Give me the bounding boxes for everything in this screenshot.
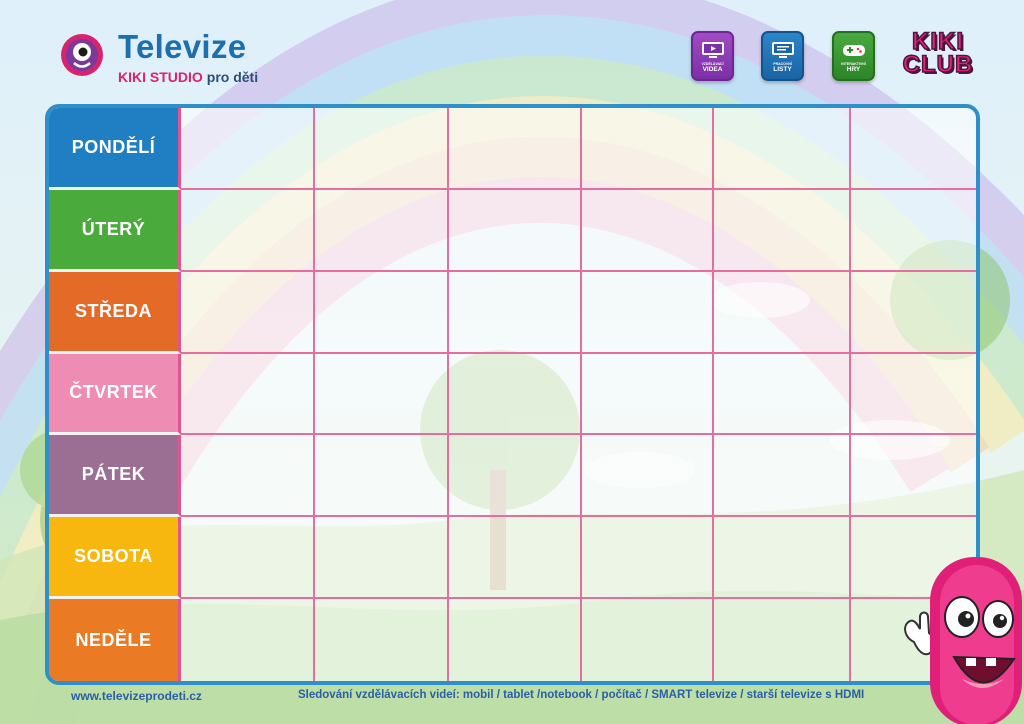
schedule-cell[interactable] (449, 353, 582, 436)
schedule-cell[interactable] (582, 599, 714, 681)
schedule-cell[interactable] (714, 271, 851, 354)
schedule-cell[interactable] (449, 189, 582, 272)
day-label: ÚTERÝ (49, 189, 181, 272)
day-label: ČTVRTEK (49, 353, 181, 436)
schedule-grid: PONDĚLÍ ÚTERÝ STŘEDA ČTVRTEK PÁTEK SOBOTA NEDĚ… (49, 108, 976, 681)
schedule-cell[interactable] (582, 435, 714, 518)
brand-studio: KIKI STUDIO (118, 69, 203, 85)
schedule-cell[interactable] (582, 271, 714, 354)
schedule-cell[interactable] (714, 599, 851, 681)
schedule-cell[interactable] (315, 517, 449, 600)
schedule-cell[interactable] (851, 190, 976, 272)
schedule-cell[interactable] (714, 517, 851, 600)
schedule-cell[interactable] (181, 189, 315, 272)
tile-big-label: LISTY (773, 66, 792, 73)
schedule-cell[interactable] (449, 271, 582, 354)
website-link[interactable]: www.televizeprodeti.cz (71, 689, 202, 703)
day-label: PÁTEK (49, 435, 181, 518)
video-screen-icon (701, 42, 724, 58)
day-label: SOBOTA (49, 517, 181, 600)
educational-videos-button[interactable]: vzdělávací VIDEA (691, 31, 734, 81)
schedule-cell[interactable] (851, 435, 976, 518)
kiki-club-line2: CLUB (902, 51, 974, 78)
schedule-cell[interactable] (582, 189, 714, 272)
weekly-schedule-board: PONDĚLÍ ÚTERÝ STŘEDA ČTVRTEK PÁTEK SOBOTA NEDĚ… (45, 104, 980, 685)
kiki-club-line1: KIKI (911, 28, 964, 55)
brand-title: Televize (118, 28, 247, 65)
viewing-devices-note: Sledování vzdělávacích videí: mobil / ta… (298, 689, 865, 701)
schedule-cell[interactable] (315, 108, 449, 190)
schedule-cell[interactable] (315, 271, 449, 354)
schedule-cell[interactable] (181, 435, 315, 518)
schedule-cell[interactable] (181, 108, 315, 190)
schedule-cell[interactable] (582, 517, 714, 600)
schedule-cell[interactable] (315, 189, 449, 272)
schedule-cell[interactable] (851, 354, 976, 436)
schedule-cell[interactable] (714, 189, 851, 272)
worksheets-button[interactable]: pracovní LISTY (761, 31, 804, 81)
interactive-games-button[interactable]: interaktivní HRY (832, 31, 875, 81)
brand-logo[interactable]: Televize KIKI STUDIO pro děti (60, 28, 300, 86)
gamepad-icon (842, 45, 865, 56)
schedule-cell[interactable] (315, 435, 449, 518)
day-label: STŘEDA (49, 271, 181, 354)
schedule-cell[interactable] (714, 353, 851, 436)
tile-big-label: VIDEA (702, 66, 723, 73)
schedule-cell[interactable] (181, 517, 315, 600)
brand-subtitle: KIKI STUDIO pro děti (118, 69, 258, 85)
kiki-waving-mascot (904, 557, 1022, 724)
day-label: NEDĚLE (49, 599, 181, 681)
schedule-cell[interactable] (582, 353, 714, 436)
schedule-cell[interactable] (315, 353, 449, 436)
kiki-mascot-logo-icon (61, 34, 103, 76)
schedule-cell[interactable] (714, 435, 851, 518)
schedule-cell[interactable] (714, 108, 851, 190)
schedule-cell[interactable] (851, 108, 976, 190)
schedule-cell[interactable] (181, 271, 315, 354)
schedule-cell[interactable] (315, 599, 449, 681)
brand-kids: pro děti (206, 69, 259, 85)
schedule-cell[interactable] (582, 108, 714, 190)
schedule-cell[interactable] (181, 353, 315, 436)
schedule-cell[interactable] (181, 599, 315, 681)
schedule-cell[interactable] (449, 517, 582, 600)
schedule-cell[interactable] (449, 108, 582, 190)
kiki-club-button[interactable]: KIKI CLUB (902, 28, 974, 86)
worksheet-screen-icon (771, 42, 794, 58)
schedule-cell[interactable] (449, 435, 582, 518)
schedule-cell[interactable] (449, 599, 582, 681)
day-label: PONDĚLÍ (49, 108, 181, 190)
schedule-cell[interactable] (851, 272, 976, 354)
tile-big-label: HRY (846, 66, 861, 73)
